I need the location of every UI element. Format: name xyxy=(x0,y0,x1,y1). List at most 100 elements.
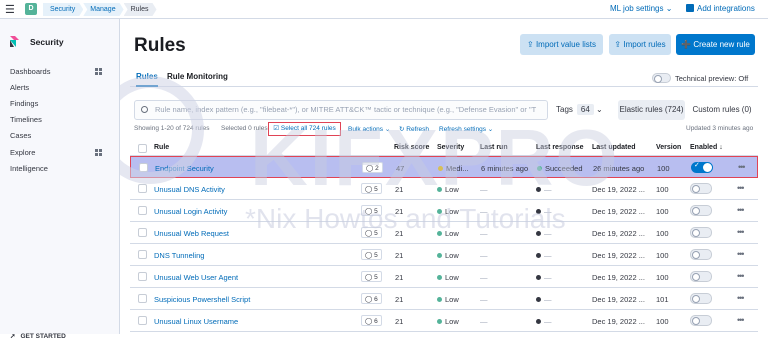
import-value-lists-button[interactable]: ⇪ Import value lists xyxy=(520,34,603,55)
more-actions-icon[interactable]: ••• xyxy=(737,315,745,325)
hamburger-menu-icon[interactable]: ☰ xyxy=(5,3,15,16)
more-actions-icon[interactable]: ••• xyxy=(738,162,746,172)
sidebar-item-alerts[interactable]: Alerts xyxy=(10,83,29,92)
column-risk-score[interactable]: Risk score xyxy=(394,144,429,151)
refresh-settings-button[interactable]: Refresh settings ⌄ xyxy=(439,125,493,133)
column-enabled-label: Enabled xyxy=(690,144,718,151)
enabled-toggle[interactable]: ✓ xyxy=(691,162,713,173)
row-checkbox[interactable] xyxy=(138,184,147,193)
more-actions-icon[interactable]: ••• xyxy=(737,183,745,193)
tags-filter[interactable]: Tags 64 ⌄ xyxy=(552,100,612,120)
sidebar-item-cases[interactable]: Cases xyxy=(10,131,31,140)
get-started-label: GET STARTED xyxy=(20,333,66,340)
row-checkbox[interactable] xyxy=(138,294,147,303)
last-response-label: — xyxy=(544,229,552,238)
last-response-label: — xyxy=(544,295,552,304)
row-checkbox[interactable] xyxy=(138,272,147,281)
last-updated: Dec 19, 2022 ... xyxy=(592,295,645,304)
row-checkbox[interactable] xyxy=(138,316,147,325)
sidebar-item-findings[interactable]: Findings xyxy=(10,99,38,108)
enabled-toggle[interactable] xyxy=(690,293,712,304)
column-last-updated[interactable]: Last updated xyxy=(592,144,636,151)
column-enabled[interactable]: Enabled ↓ xyxy=(690,144,723,151)
elastic-rules-filter[interactable]: Elastic rules (724) xyxy=(618,100,685,120)
rule-tags-badge[interactable]: ◯ 5 xyxy=(361,205,382,216)
column-rule[interactable]: Rule xyxy=(154,144,169,151)
last-run: — xyxy=(480,273,488,282)
toggle-switch[interactable] xyxy=(652,73,671,83)
response-dot xyxy=(537,166,542,171)
enabled-toggle[interactable] xyxy=(690,183,712,194)
row-checkbox[interactable] xyxy=(138,250,147,259)
rule-name-link[interactable]: Unusual Linux Username xyxy=(154,317,238,326)
severity-dot xyxy=(437,209,442,214)
ml-job-settings-button[interactable]: ML job settings ⌄ xyxy=(610,4,672,13)
breadcrumb-manage[interactable]: Manage xyxy=(83,3,123,16)
select-all-checkbox[interactable] xyxy=(138,144,147,153)
space-avatar[interactable]: D xyxy=(25,3,37,15)
column-severity[interactable]: Severity xyxy=(437,144,464,151)
rule-name-link[interactable]: Suspicious Powershell Script xyxy=(154,295,250,304)
rule-tags-badge[interactable]: ◯ 2 xyxy=(362,162,383,173)
rule-tags-badge[interactable]: ◯ 6 xyxy=(361,293,382,304)
sidebar-item-timelines[interactable]: Timelines xyxy=(10,115,42,124)
select-all-button[interactable]: ☑ Select all 724 rules xyxy=(268,122,341,136)
add-integrations-label: Add integrations xyxy=(697,4,755,13)
last-run: — xyxy=(480,207,488,216)
more-actions-icon[interactable]: ••• xyxy=(737,293,745,303)
row-checkbox[interactable] xyxy=(139,163,148,172)
sidebar-item-dashboards[interactable]: Dashboards xyxy=(10,67,50,76)
severity-label: Low xyxy=(445,185,459,194)
last-response: — xyxy=(536,229,552,238)
enabled-toggle[interactable] xyxy=(690,227,712,238)
column-last-run[interactable]: Last run xyxy=(480,144,508,151)
grid-icon[interactable] xyxy=(95,68,102,75)
search-placeholder: Rule name, index pattern (e.g., "filebea… xyxy=(155,105,537,114)
get-started-link[interactable]: ➚ GET STARTED xyxy=(10,332,66,340)
rule-tags-badge[interactable]: ◯ 5 xyxy=(361,249,382,260)
rule-tags-badge[interactable]: ◯ 5 xyxy=(361,183,382,194)
row-checkbox[interactable] xyxy=(138,206,147,215)
enabled-toggle[interactable] xyxy=(690,249,712,260)
sidebar-item-intelligence[interactable]: Intelligence xyxy=(10,164,48,173)
rule-tags-badge[interactable]: ◯ 5 xyxy=(361,227,382,238)
more-actions-icon[interactable]: ••• xyxy=(737,205,745,215)
column-version[interactable]: Version xyxy=(656,144,681,151)
rule-name-link[interactable]: DNS Tunneling xyxy=(154,251,204,260)
rule-name-link[interactable]: Endpoint Security xyxy=(155,164,214,173)
column-last-response[interactable]: Last response xyxy=(536,144,583,151)
technical-preview-toggle[interactable]: Technical preview: Off xyxy=(652,73,748,83)
enabled-toggle[interactable] xyxy=(690,205,712,216)
custom-rules-filter[interactable]: Custom rules (0) xyxy=(689,100,755,120)
breadcrumb-security[interactable]: Security xyxy=(43,3,83,16)
more-actions-icon[interactable]: ••• xyxy=(737,271,745,281)
tab-rules[interactable]: Rules xyxy=(136,72,158,87)
rule-name-link[interactable]: Unusual Login Activity xyxy=(154,207,227,216)
enabled-toggle[interactable] xyxy=(690,271,712,282)
rule-name-link[interactable]: Unusual Web User Agent xyxy=(154,273,238,282)
tab-rule-monitoring[interactable]: Rule Monitoring xyxy=(167,72,228,81)
rule-tags-badge[interactable]: ◯ 5 xyxy=(361,271,382,282)
refresh-button[interactable]: ↻ Refresh xyxy=(399,125,429,133)
row-checkbox[interactable] xyxy=(138,228,147,237)
severity-label: Low xyxy=(445,207,459,216)
search-input[interactable]: Rule name, index pattern (e.g., "filebea… xyxy=(134,100,548,120)
import-rules-button[interactable]: ⇪ Import rules xyxy=(609,34,671,55)
sidebar-item-explore[interactable]: Explore xyxy=(10,148,35,157)
risk-score: 21 xyxy=(395,295,404,304)
more-actions-icon[interactable]: ••• xyxy=(737,249,745,259)
create-new-rule-button[interactable]: ➕ Create new rule xyxy=(676,34,755,55)
more-actions-icon[interactable]: ••• xyxy=(737,227,745,237)
last-response-label: Succeeded xyxy=(545,164,583,173)
enabled-toggle[interactable] xyxy=(690,315,712,326)
version: 100 xyxy=(656,229,669,238)
severity-dot xyxy=(437,319,442,324)
rule-tags-badge[interactable]: ◯ 6 xyxy=(361,315,382,326)
bulk-actions-button[interactable]: Bulk actions ⌄ xyxy=(348,125,390,133)
table-row: Unusual Web Request ◯ 5 21 Low — — Dec 19, 202… xyxy=(130,222,758,244)
grid-icon[interactable] xyxy=(95,149,102,156)
add-integrations-link[interactable]: Add integrations xyxy=(686,4,755,13)
rule-name-link[interactable]: Unusual Web Request xyxy=(154,229,229,238)
response-dot xyxy=(536,275,541,280)
rule-name-link[interactable]: Unusual DNS Activity xyxy=(154,185,225,194)
